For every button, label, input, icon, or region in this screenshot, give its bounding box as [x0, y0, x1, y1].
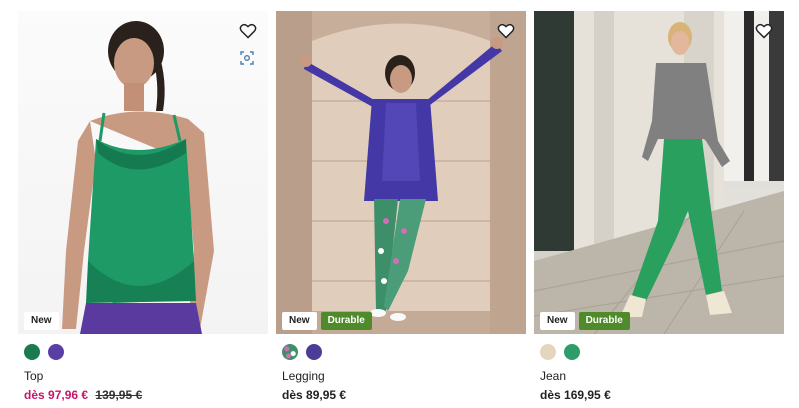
sale-price: 97,96 € [48, 388, 89, 402]
color-swatch-purple[interactable] [48, 344, 64, 360]
new-badge: New [24, 312, 59, 330]
original-price: 139,95 € [95, 388, 143, 402]
price-row: dès 169,95 € [540, 388, 784, 402]
product-image[interactable]: New Durable [534, 11, 784, 334]
wishlist-button[interactable] [752, 19, 776, 43]
price-prefix: dès [24, 388, 45, 402]
product-image[interactable]: New [18, 11, 268, 334]
badge-group: New Durable [540, 312, 630, 330]
model-illustration [276, 11, 526, 334]
heart-icon [755, 23, 773, 39]
product-card[interactable]: New Durable Jean dès 169,95 € [534, 11, 784, 402]
new-badge: New [540, 312, 575, 330]
badge-group: New [24, 312, 59, 330]
color-swatches [540, 344, 784, 361]
color-swatch-pattern[interactable] [282, 344, 298, 360]
new-badge: New [282, 312, 317, 330]
product-card[interactable]: New Top dès 97,96 € 139,95 € [18, 11, 268, 402]
wishlist-button[interactable] [494, 19, 518, 43]
durable-badge: Durable [578, 312, 630, 330]
product-name[interactable]: Jean [540, 369, 784, 383]
visual-search-icon [240, 51, 254, 65]
color-swatch-beige[interactable] [540, 344, 556, 360]
price: 89,95 € [306, 388, 347, 402]
color-swatches [282, 344, 526, 361]
color-swatch-green[interactable] [24, 344, 40, 360]
wishlist-button[interactable] [236, 19, 260, 43]
product-name[interactable]: Top [24, 369, 268, 383]
color-swatch-green[interactable] [564, 344, 580, 360]
heart-icon [497, 23, 515, 39]
product-image[interactable]: New Durable [276, 11, 526, 334]
price: 169,95 € [564, 388, 611, 402]
product-name[interactable]: Legging [282, 369, 526, 383]
color-swatches [24, 344, 268, 361]
model-illustration [534, 11, 784, 334]
heart-icon [239, 23, 257, 39]
badge-group: New Durable [282, 312, 372, 330]
price-prefix: dès [540, 388, 561, 402]
color-swatch-indigo[interactable] [306, 344, 322, 360]
durable-badge: Durable [320, 312, 372, 330]
visual-search-button[interactable] [238, 49, 256, 67]
price-prefix: dès [282, 388, 303, 402]
price-row: dès 97,96 € 139,95 € [24, 388, 268, 402]
price-row: dès 89,95 € [282, 388, 526, 402]
product-card[interactable]: New Durable Legging dès 89,95 € [276, 11, 526, 402]
model-illustration [62, 21, 214, 334]
